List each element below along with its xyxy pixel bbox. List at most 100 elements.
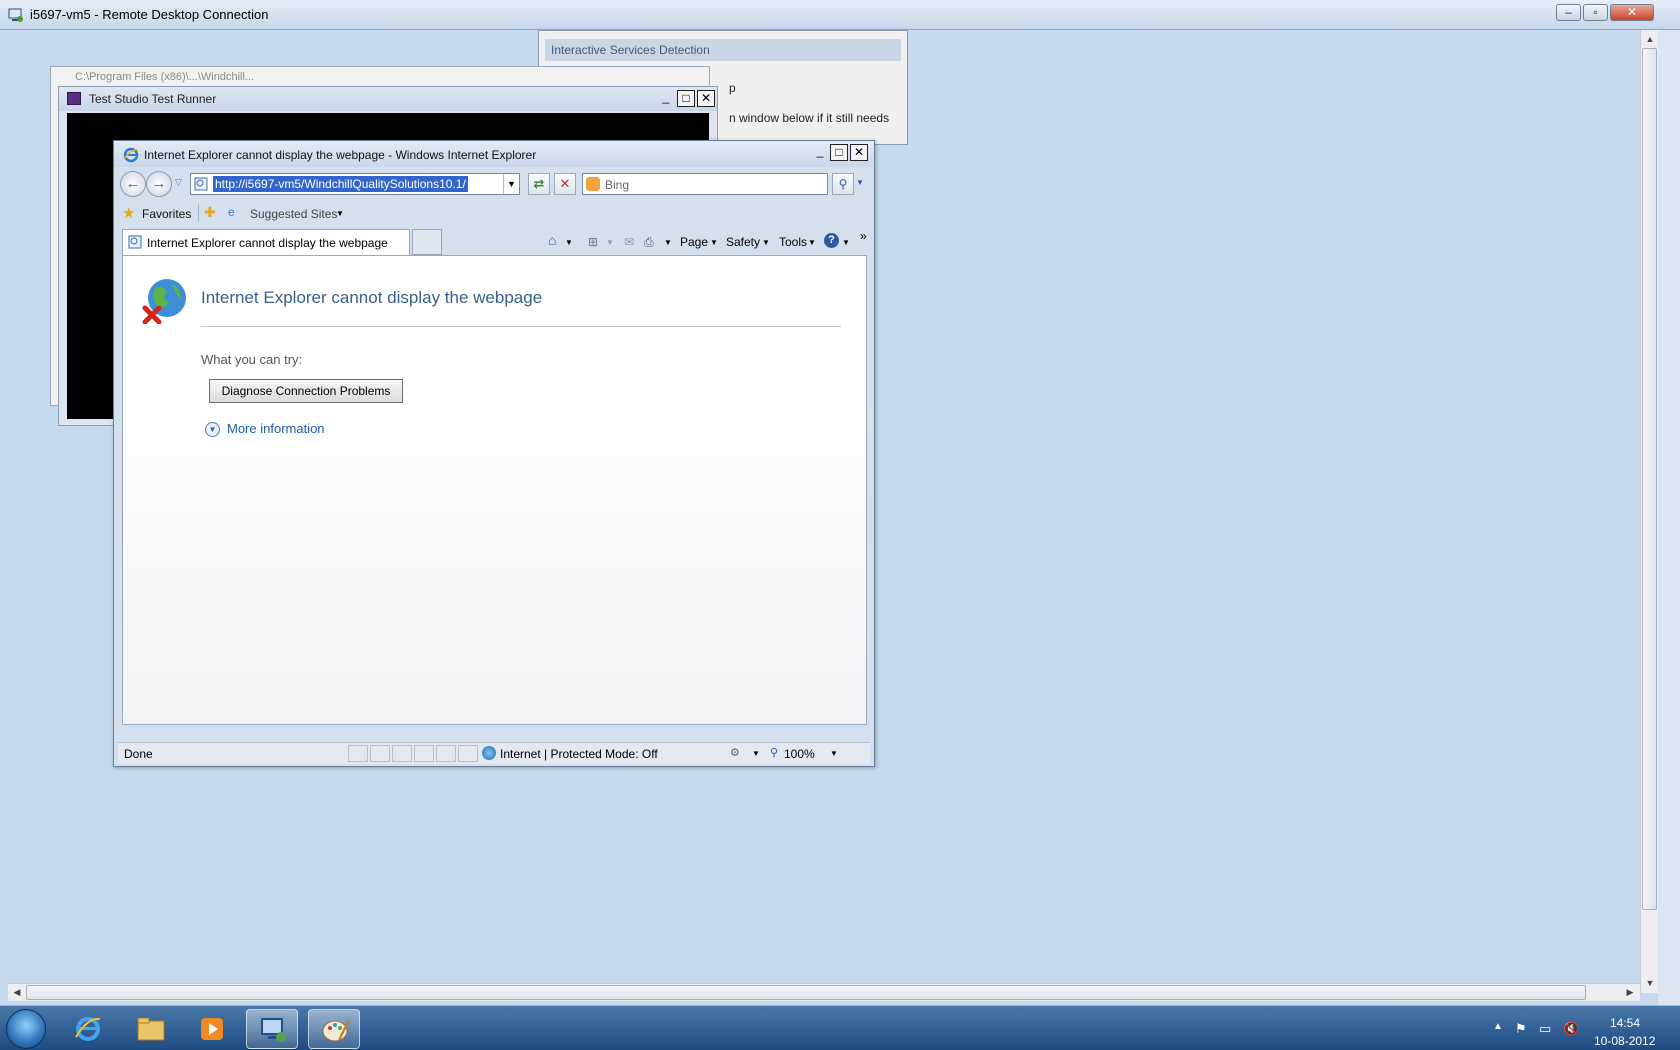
ie-status-bar: Done Internet | Protected Mode: Off ⚙ ▼ …	[118, 742, 870, 764]
clock-time[interactable]: 14:54	[1610, 1016, 1640, 1030]
page-icon	[194, 177, 208, 191]
remote-desktop-icon	[261, 1018, 286, 1042]
vertical-scrollbar-thumb[interactable]	[1642, 48, 1657, 910]
diagnose-connection-button[interactable]: Diagnose Connection Problems	[209, 379, 403, 403]
test-runner-close-button[interactable]: ✕	[697, 90, 715, 107]
home-icon[interactable]: ⌂	[548, 232, 556, 248]
internet-zone-icon	[482, 746, 496, 760]
back-arrow-icon: ←	[125, 175, 141, 192]
vertical-scrollbar[interactable]: ▲ ▼	[1640, 30, 1658, 993]
search-box[interactable]: Bing	[582, 173, 828, 195]
new-tab-button[interactable]	[412, 229, 442, 255]
scroll-right-icon[interactable]: ▶	[1622, 984, 1638, 1000]
what-you-can-try-label: What you can try:	[201, 352, 303, 367]
ie-close-button[interactable]: ✕	[850, 144, 868, 161]
ie-titlebar: Internet Explorer cannot display the web…	[114, 141, 874, 167]
ie-minimize-button[interactable]: _	[811, 144, 829, 161]
horizontal-scrollbar[interactable]: ◀ ▶	[8, 983, 1640, 1001]
page-menu-arrow-icon: ▼	[710, 238, 718, 247]
horizontal-scrollbar-thumb[interactable]	[26, 985, 1586, 1000]
expand-circle-icon[interactable]: ▼	[205, 422, 220, 437]
print-dropdown-icon[interactable]: ▼	[664, 238, 672, 247]
taskbar-media-player[interactable]	[186, 1009, 238, 1049]
search-options-icon[interactable]: ▼	[856, 178, 864, 187]
rdp-restore-button[interactable]: ▫	[1583, 4, 1608, 21]
more-information-link[interactable]: More information	[227, 421, 325, 436]
taskbar-internet-explorer[interactable]	[62, 1009, 114, 1049]
error-heading: Internet Explorer cannot display the web…	[201, 288, 543, 307]
action-center-flag-icon[interactable]: ⚑	[1515, 1021, 1527, 1037]
safety-menu-arrow-icon: ▼	[762, 238, 770, 247]
zoom-icon: ⚲	[770, 747, 779, 759]
address-dropdown-icon[interactable]: ▼	[503, 174, 519, 194]
ie-window-title: Internet Explorer cannot display the web…	[144, 148, 537, 162]
isd-titlebar: Interactive Services Detection	[545, 39, 901, 61]
security-zone-text[interactable]: Internet | Protected Mode: Off	[500, 747, 658, 761]
scroll-up-icon[interactable]: ▲	[1642, 31, 1658, 47]
zoom-dropdown-icon[interactable]: ▼	[830, 749, 838, 758]
favorites-star-icon: ★	[122, 205, 136, 222]
protected-mode-icon[interactable]: ⚙	[730, 746, 740, 759]
help-dropdown-icon[interactable]: ▼	[842, 238, 850, 247]
status-cell	[458, 745, 478, 762]
add-favorite-icon[interactable]: ✚	[204, 204, 216, 221]
tab-page-icon	[128, 235, 142, 249]
bing-icon	[586, 177, 600, 191]
test-runner-maximize-button[interactable]: □	[677, 90, 695, 107]
volume-muted-icon[interactable]: 🔇	[1563, 1021, 1579, 1037]
magnifier-icon: ⚲	[838, 177, 848, 191]
rdp-window-title: i5697-vm5 - Remote Desktop Connection	[30, 7, 269, 22]
error-globe-icon	[142, 279, 186, 324]
mail-icon[interactable]: ✉	[624, 235, 634, 249]
page-content: Internet Explorer cannot display the web…	[122, 255, 867, 725]
suggested-sites-button[interactable]: Suggested Sites	[250, 207, 337, 221]
scroll-down-icon[interactable]: ▼	[1642, 975, 1658, 991]
taskbar-remote-desktop[interactable]	[246, 1009, 298, 1049]
remote-desktop-icon	[8, 8, 23, 22]
search-button[interactable]: ⚲	[832, 173, 854, 195]
tab-command-row: Internet Explorer cannot display the web…	[118, 229, 918, 255]
paint-palette-icon	[322, 1019, 350, 1042]
internet-explorer-icon	[123, 147, 139, 163]
favorites-button[interactable]: Favorites	[142, 207, 191, 221]
ie-maximize-button[interactable]: □	[830, 144, 848, 161]
zoom-level[interactable]: 100%	[784, 747, 815, 761]
forward-arrow-icon: →	[151, 175, 167, 192]
test-runner-titlebar: Test Studio Test Runner _ □ ✕	[59, 87, 717, 111]
folder-icon	[137, 1017, 165, 1041]
chevron-more-icon[interactable]: »	[860, 229, 867, 243]
test-runner-minimize-button[interactable]: _	[657, 90, 675, 107]
separator	[198, 204, 199, 222]
address-bar[interactable]: http://i5697-vm5/WindchillQualitySolutio…	[190, 173, 520, 195]
test-runner-title: Test Studio Test Runner	[89, 92, 217, 106]
status-cell	[414, 745, 434, 762]
forward-button[interactable]: →	[146, 171, 172, 197]
suggested-sites-dropdown-icon[interactable]: ▼	[336, 209, 344, 218]
home-dropdown-icon[interactable]: ▼	[565, 238, 573, 247]
taskbar-paint[interactable]	[308, 1009, 360, 1049]
network-icon[interactable]: ▭	[1539, 1021, 1551, 1037]
internet-explorer-window[interactable]: Internet Explorer cannot display the web…	[113, 140, 875, 767]
feeds-dropdown-icon[interactable]: ▼	[606, 238, 614, 247]
stop-button[interactable]: ✕	[554, 173, 576, 195]
print-icon[interactable]: ⎙	[644, 235, 654, 250]
back-button[interactable]: ←	[120, 171, 146, 197]
taskbar-file-explorer[interactable]	[124, 1009, 176, 1049]
help-icon[interactable]: ?	[824, 233, 839, 248]
feeds-icon[interactable]: ⊞	[588, 235, 598, 249]
show-hidden-icons-icon[interactable]: ▲	[1493, 1021, 1503, 1032]
protected-mode-dropdown-icon[interactable]: ▼	[752, 749, 760, 758]
rdp-close-button[interactable]: ✕	[1610, 4, 1654, 21]
tools-menu[interactable]: Tools	[779, 235, 807, 249]
status-text: Done	[124, 747, 153, 761]
address-url[interactable]: http://i5697-vm5/WindchillQualitySolutio…	[213, 176, 468, 192]
safety-menu[interactable]: Safety	[726, 235, 760, 249]
tab-current[interactable]: Internet Explorer cannot display the web…	[122, 229, 410, 255]
page-menu[interactable]: Page	[680, 235, 708, 249]
clock-date[interactable]: 10-08-2012	[1594, 1034, 1655, 1048]
recent-pages-dropdown-icon[interactable]: ▽	[175, 177, 182, 188]
rdp-minimize-button[interactable]: –	[1556, 4, 1581, 21]
start-button[interactable]	[6, 1009, 46, 1049]
scroll-left-icon[interactable]: ◀	[9, 984, 25, 1000]
refresh-button[interactable]: ⇄	[528, 173, 550, 195]
